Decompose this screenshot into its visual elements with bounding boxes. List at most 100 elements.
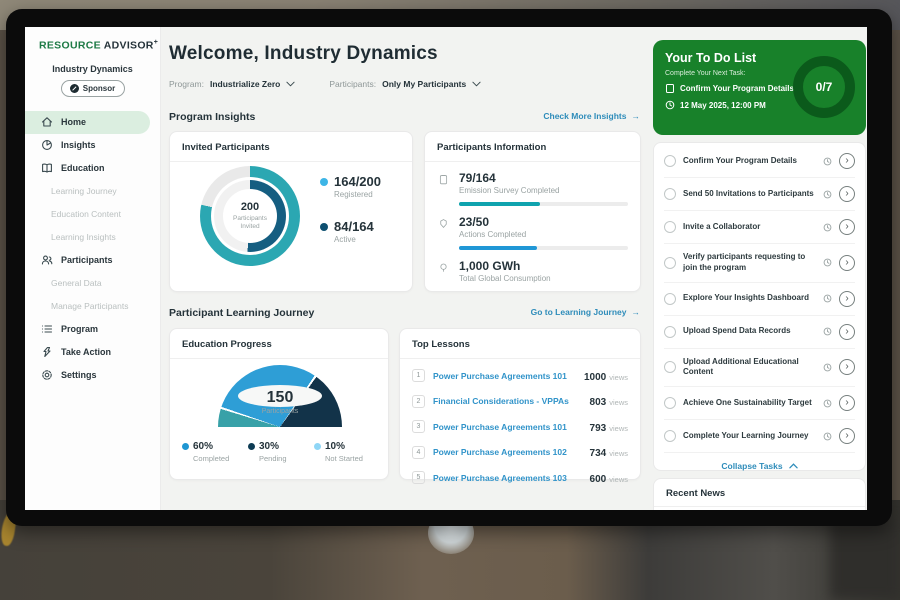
- legend-dot: [182, 443, 189, 450]
- education-gauge-chart: 150 Participants: [218, 365, 342, 427]
- recent-news-card: Recent News: [653, 478, 866, 510]
- task-row[interactable]: Achieve One Sustainability Target ›: [664, 387, 855, 420]
- legend-dot: [320, 178, 328, 186]
- chevron-down-icon: [472, 81, 481, 87]
- lesson-link[interactable]: Financial Considerations - VPPAs: [433, 396, 582, 406]
- task-row[interactable]: Verify participants requesting to join t…: [664, 244, 855, 283]
- link-label: Check More Insights: [543, 111, 626, 121]
- lesson-link[interactable]: Power Purchase Agreements 102: [433, 447, 582, 457]
- sidebar-item-settings[interactable]: Settings: [25, 364, 160, 387]
- task-chevron-button[interactable]: ›: [839, 255, 855, 271]
- sidebar-item-learning-insights[interactable]: Learning Insights: [25, 226, 160, 249]
- task-row[interactable]: Confirm Your Program Details ›: [664, 145, 855, 178]
- participants-filter-value: Only My Participants: [382, 79, 466, 89]
- sidebar-item-program[interactable]: Program: [25, 318, 160, 341]
- task-checkbox[interactable]: [664, 326, 676, 338]
- task-label: Confirm Your Program Details: [683, 156, 816, 167]
- recent-news-title: Recent News: [654, 479, 865, 507]
- legend-not-started: 10% Not Started: [314, 441, 380, 463]
- task-checkbox[interactable]: [664, 361, 676, 373]
- chevron-right-icon: ›: [845, 221, 848, 232]
- task-chevron-button[interactable]: ›: [839, 395, 855, 411]
- sidebar-item-participants[interactable]: Participants: [25, 249, 160, 272]
- info-value: 23/50: [459, 215, 526, 229]
- task-chevron-button[interactable]: ›: [839, 324, 855, 340]
- people-icon: [41, 254, 53, 266]
- task-row[interactable]: Send 50 Invitations to Participants ›: [664, 178, 855, 211]
- legend-active: 84/164 Active: [320, 219, 381, 244]
- task-chevron-button[interactable]: ›: [839, 153, 855, 169]
- task-row[interactable]: Invite a Collaborator ›: [664, 211, 855, 244]
- task-chevron-button[interactable]: ›: [839, 291, 855, 307]
- photo-scene: RESOURCE ADVISOR+ Industry Dynamics Spon…: [0, 0, 900, 600]
- task-chevron-button[interactable]: ›: [839, 219, 855, 235]
- datetime-label: 12 May 2025, 12:00 PM: [680, 101, 766, 110]
- task-chevron-button[interactable]: ›: [839, 428, 855, 444]
- legend-pct: 10%: [325, 441, 345, 452]
- task-checkbox[interactable]: [664, 397, 676, 409]
- task-checkbox[interactable]: [664, 155, 676, 167]
- task-checkbox[interactable]: [664, 430, 676, 442]
- task-checkbox[interactable]: [664, 257, 676, 269]
- sidebar-item-label: Manage Participants: [51, 301, 129, 311]
- views-suffix: views: [609, 398, 628, 407]
- sidebar-item-label: Program: [61, 324, 98, 334]
- task-row[interactable]: Upload Spend Data Records ›: [664, 316, 855, 349]
- collapse-label: Collapse Tasks: [721, 461, 782, 471]
- info-row-actions: 23/50 Actions Completed: [425, 206, 640, 239]
- chevron-right-icon: ›: [845, 155, 848, 166]
- sidebar-item-education[interactable]: Education: [25, 157, 160, 180]
- go-to-learning-journey-link[interactable]: Go to Learning Journey →: [531, 307, 640, 317]
- views-suffix: views: [609, 373, 628, 382]
- gauge-center-label: Participants: [218, 408, 342, 415]
- task-chevron-button[interactable]: ›: [839, 359, 855, 375]
- task-label: Complete Your Learning Journey: [683, 431, 816, 442]
- lesson-row: 5 Power Purchase Agreements 103 600views: [400, 461, 640, 487]
- task-checkbox[interactable]: [664, 221, 676, 233]
- monitor-bezel: RESOURCE ADVISOR+ Industry Dynamics Spon…: [6, 9, 892, 526]
- collapse-tasks-link[interactable]: Collapse Tasks: [664, 453, 855, 471]
- lesson-link[interactable]: Power Purchase Agreements 101: [433, 422, 582, 432]
- invited-participants-card: Invited Participants 200 Participants In…: [169, 131, 413, 292]
- sidebar-item-learning-journey[interactable]: Learning Journey: [25, 180, 160, 203]
- task-checkbox[interactable]: [664, 188, 676, 200]
- sidebar-item-label: Education Content: [51, 209, 121, 219]
- clock-icon: [665, 100, 675, 110]
- lesson-link[interactable]: Power Purchase Agreements 101: [433, 371, 576, 381]
- info-label: Actions Completed: [459, 230, 526, 239]
- clock-icon: [823, 190, 832, 199]
- clipboard-icon: [437, 171, 450, 185]
- app-logo[interactable]: RESOURCE ADVISOR+: [25, 27, 160, 52]
- sidebar-item-general-data[interactable]: General Data: [25, 272, 160, 295]
- info-label: Total Global Consumption: [459, 274, 551, 283]
- sidebar-item-education-content[interactable]: Education Content: [25, 203, 160, 226]
- task-chevron-button[interactable]: ›: [839, 186, 855, 202]
- info-value: 1,000 GWh: [459, 259, 551, 273]
- lesson-link[interactable]: Power Purchase Agreements 103: [433, 473, 582, 483]
- task-checkbox[interactable]: [664, 293, 676, 305]
- chevron-right-icon: ›: [845, 361, 848, 372]
- main-content: Welcome, Industry Dynamics Program: Indu…: [161, 27, 653, 510]
- views-suffix: views: [609, 449, 628, 458]
- sidebar-item-manage-participants[interactable]: Manage Participants: [25, 295, 160, 318]
- task-row[interactable]: Explore Your Insights Dashboard ›: [664, 283, 855, 316]
- chevron-right-icon: ›: [845, 293, 848, 304]
- info-value: 79/164: [459, 171, 559, 185]
- sidebar-item-take-action[interactable]: Take Action: [25, 341, 160, 364]
- lesson-row: 1 Power Purchase Agreements 101 1000view…: [400, 359, 640, 385]
- clock-icon: [823, 157, 832, 166]
- arrow-right-icon: →: [632, 307, 641, 317]
- lesson-views: 734: [590, 448, 607, 459]
- sidebar-item-label: Take Action: [61, 347, 111, 357]
- clock-icon: [823, 223, 832, 232]
- task-row[interactable]: Upload Additional Educational Content ›: [664, 349, 855, 388]
- sidebar-nav: Home Insights Education Learning Journey: [25, 111, 160, 387]
- program-filter[interactable]: Program: Industrialize Zero: [169, 79, 295, 89]
- sidebar-item-insights[interactable]: Insights: [25, 134, 160, 157]
- task-row[interactable]: Complete Your Learning Journey ›: [664, 420, 855, 453]
- participants-filter[interactable]: Participants: Only My Participants: [329, 79, 481, 89]
- legend-dot: [320, 223, 328, 231]
- check-more-insights-link[interactable]: Check More Insights →: [543, 111, 640, 121]
- sponsor-badge: Sponsor: [61, 80, 125, 97]
- sidebar-item-home[interactable]: Home: [25, 111, 150, 134]
